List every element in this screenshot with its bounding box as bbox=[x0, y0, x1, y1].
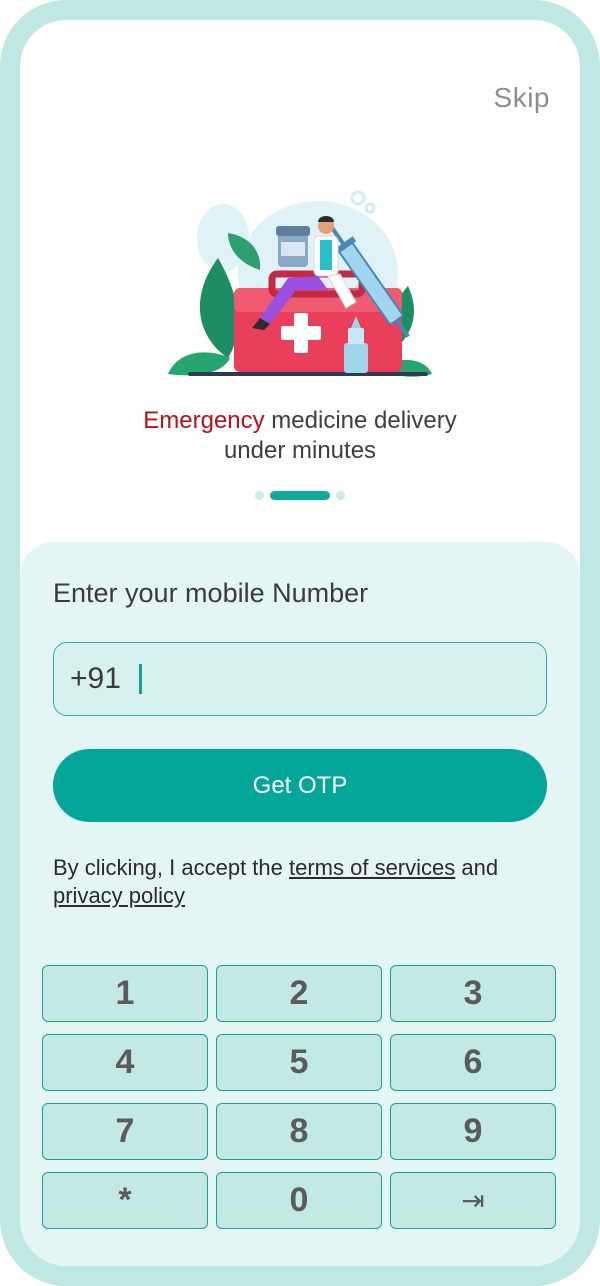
medical-kit-illustration bbox=[168, 190, 432, 377]
key-9[interactable]: 9 bbox=[390, 1103, 556, 1160]
key-8[interactable]: 8 bbox=[216, 1103, 382, 1160]
key-0[interactable]: 0 bbox=[216, 1172, 382, 1229]
consent-and: and bbox=[455, 855, 499, 880]
terms-of-services-link[interactable]: terms of services bbox=[289, 855, 455, 880]
pagination-dot[interactable] bbox=[336, 490, 345, 500]
mobile-number-field[interactable]: +91 bbox=[53, 642, 547, 716]
consent-text: By clicking, I accept the terms of servi… bbox=[53, 854, 553, 910]
key-4[interactable]: 4 bbox=[42, 1034, 208, 1091]
consent-prefix: By clicking, I accept the bbox=[53, 855, 289, 880]
key-3[interactable]: 3 bbox=[390, 965, 556, 1022]
numeric-keypad: 1 2 3 4 5 6 7 8 9 * 0 ⇥ bbox=[20, 944, 580, 1266]
skip-button[interactable]: Skip bbox=[494, 82, 550, 114]
text-cursor bbox=[138, 664, 142, 694]
onboarding-tagline: Emergency medicine delivery under minute… bbox=[20, 406, 580, 466]
key-2[interactable]: 2 bbox=[216, 965, 382, 1022]
device-frame: Skip Emergency medicine delivery under m… bbox=[0, 0, 600, 1286]
key-asterisk[interactable]: * bbox=[42, 1172, 208, 1229]
country-code: +91 bbox=[70, 662, 121, 695]
key-7[interactable]: 7 bbox=[42, 1103, 208, 1160]
privacy-policy-link[interactable]: privacy policy bbox=[53, 883, 185, 908]
pagination-dot[interactable] bbox=[255, 490, 264, 500]
key-6[interactable]: 6 bbox=[390, 1034, 556, 1091]
get-otp-button[interactable]: Get OTP bbox=[53, 749, 547, 822]
login-screen: Skip Emergency medicine delivery under m… bbox=[20, 20, 580, 1266]
key-5[interactable]: 5 bbox=[216, 1034, 382, 1091]
mobile-number-heading: Enter your mobile Number bbox=[53, 578, 369, 608]
tab-key-icon: ⇥ bbox=[461, 1185, 485, 1216]
tagline-line1: medicine delivery bbox=[264, 407, 457, 434]
pagination-dots bbox=[20, 490, 580, 500]
tagline-accent: Emergency bbox=[143, 407, 265, 434]
pagination-dot-active[interactable] bbox=[270, 490, 330, 500]
key-tab[interactable]: ⇥ bbox=[390, 1172, 556, 1229]
key-1[interactable]: 1 bbox=[42, 965, 208, 1022]
tagline-line2: under minutes bbox=[223, 437, 377, 464]
